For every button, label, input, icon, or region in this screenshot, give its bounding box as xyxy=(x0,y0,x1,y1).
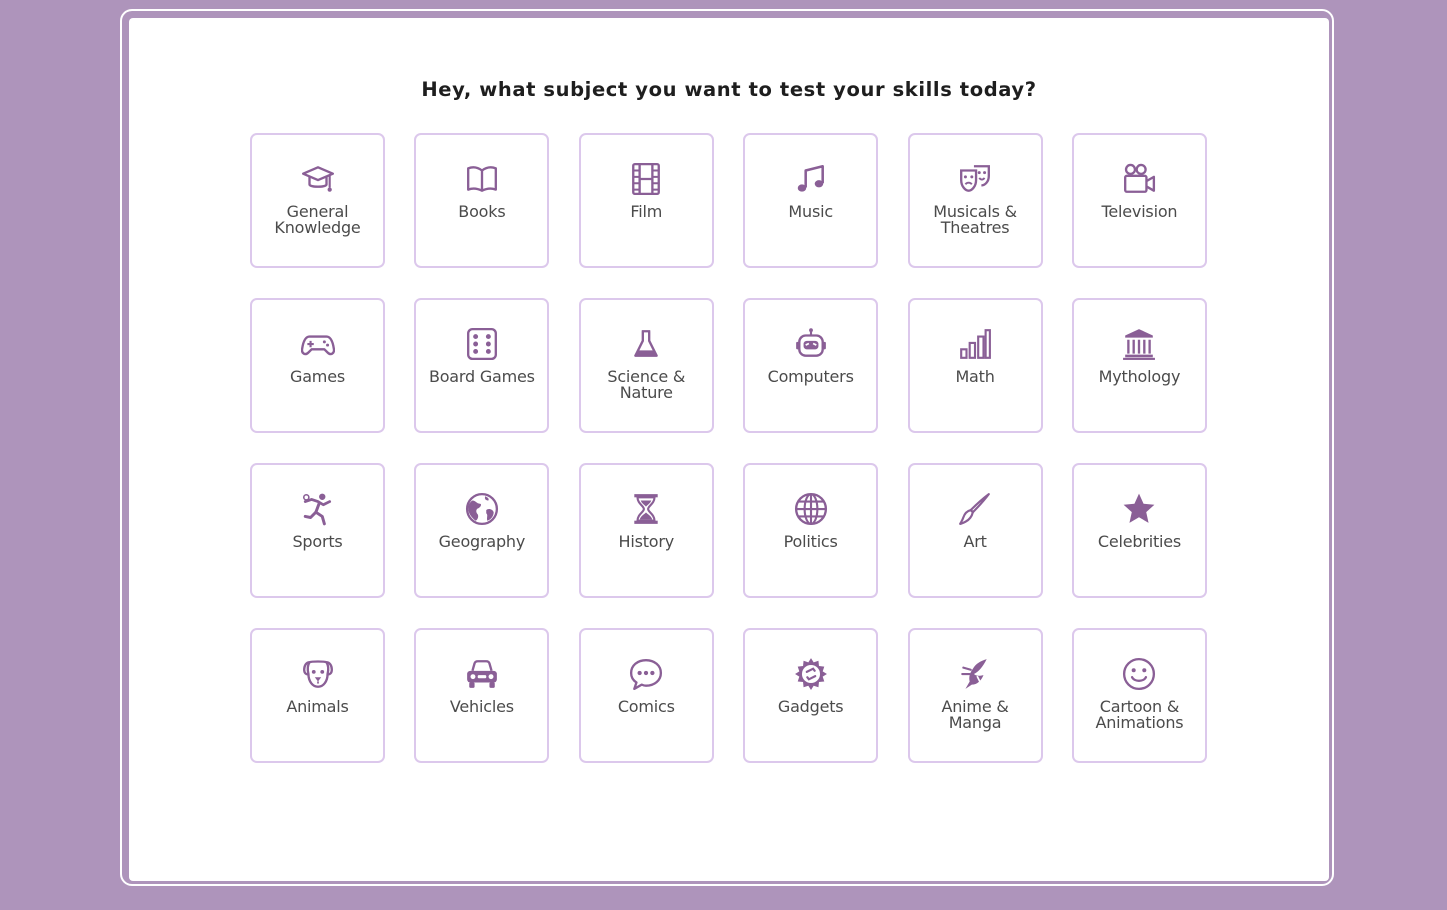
category-label: Anime & Manga xyxy=(941,697,1009,732)
category-label: Vehicles xyxy=(449,697,514,716)
category-label: Musicals & Theatres xyxy=(933,202,1017,237)
category-label: Comics xyxy=(617,697,675,716)
category-card-film[interactable]: Film xyxy=(578,133,714,268)
category-label: Science & Nature xyxy=(607,367,686,402)
category-label: Animals xyxy=(286,697,349,716)
category-card-vehicles[interactable]: Vehicles xyxy=(414,628,550,763)
category-label: Film xyxy=(630,202,663,221)
film-strip-icon xyxy=(628,161,664,197)
category-card-science-and-nature[interactable]: Science & Nature xyxy=(578,298,714,433)
category-label: Cartoon & Animations xyxy=(1095,697,1184,732)
speech-bubble-icon xyxy=(628,656,664,692)
graduation-cap-icon xyxy=(300,161,336,197)
category-label: Mythology xyxy=(1098,367,1181,386)
smiley-face-icon xyxy=(1121,656,1157,692)
category-card-history[interactable]: History xyxy=(578,463,714,598)
category-card-sports[interactable]: Sports xyxy=(250,463,385,598)
category-grid: General Knowledge Books Film Music Musicals … xyxy=(250,133,1207,763)
category-label: Music xyxy=(788,202,833,221)
category-card-general-knowledge[interactable]: General Knowledge xyxy=(250,133,385,268)
gamepad-icon xyxy=(300,326,336,362)
category-card-animals[interactable]: Animals xyxy=(250,628,385,763)
category-card-books[interactable]: Books xyxy=(414,133,550,268)
category-panel: Hey, what subject you want to test your … xyxy=(129,18,1329,881)
category-label: Gadgets xyxy=(777,697,844,716)
athlete-icon xyxy=(300,491,336,527)
category-card-musicals-and-theatres[interactable]: Musicals & Theatres xyxy=(907,133,1043,268)
gear-icon xyxy=(793,656,829,692)
category-card-anime-and-manga[interactable]: Anime & Manga xyxy=(907,628,1043,763)
paintbrush-icon xyxy=(957,491,993,527)
category-card-cartoon-and-animations[interactable]: Cartoon & Animations xyxy=(1071,628,1207,763)
category-card-gadgets[interactable]: Gadgets xyxy=(743,628,879,763)
flask-icon xyxy=(628,326,664,362)
category-label: Celebrities xyxy=(1097,532,1182,551)
car-icon xyxy=(464,656,500,692)
category-card-games[interactable]: Games xyxy=(250,298,385,433)
category-label: Art xyxy=(963,532,987,551)
category-card-board-games[interactable]: Board Games xyxy=(414,298,550,433)
category-label: Politics xyxy=(783,532,838,551)
category-label: Games xyxy=(290,367,345,386)
category-card-math[interactable]: Math xyxy=(907,298,1043,433)
hourglass-icon xyxy=(628,491,664,527)
category-label: Sports xyxy=(292,532,343,551)
category-label: History xyxy=(618,532,675,551)
page-title: Hey, what subject you want to test your … xyxy=(421,78,1037,101)
dog-icon xyxy=(300,656,336,692)
category-card-mythology[interactable]: Mythology xyxy=(1071,298,1207,433)
category-label: Geography xyxy=(438,532,526,551)
theater-masks-icon xyxy=(957,161,993,197)
category-label: Books xyxy=(458,202,506,221)
temple-icon xyxy=(1121,326,1157,362)
category-card-music[interactable]: Music xyxy=(743,133,879,268)
category-card-politics[interactable]: Politics xyxy=(743,463,879,598)
category-card-geography[interactable]: Geography xyxy=(414,463,550,598)
bar-chart-icon xyxy=(957,326,993,362)
category-card-computers[interactable]: Computers xyxy=(743,298,879,433)
music-note-icon xyxy=(793,161,829,197)
category-card-television[interactable]: Television xyxy=(1071,133,1207,268)
category-label: Computers xyxy=(767,367,854,386)
category-card-comics[interactable]: Comics xyxy=(578,628,714,763)
star-icon xyxy=(1121,491,1157,527)
globe-earth-icon xyxy=(464,491,500,527)
video-camera-icon xyxy=(1121,161,1157,197)
dice-icon xyxy=(464,326,500,362)
category-label: Television xyxy=(1101,202,1178,221)
globe-grid-icon xyxy=(793,491,829,527)
category-card-celebrities[interactable]: Celebrities xyxy=(1071,463,1207,598)
robot-icon xyxy=(793,326,829,362)
anime-character-icon xyxy=(957,656,993,692)
category-card-art[interactable]: Art xyxy=(907,463,1043,598)
category-label: Board Games xyxy=(428,367,535,386)
category-label: Math xyxy=(955,367,995,386)
open-book-icon xyxy=(464,161,500,197)
category-label: General Knowledge xyxy=(274,202,361,237)
